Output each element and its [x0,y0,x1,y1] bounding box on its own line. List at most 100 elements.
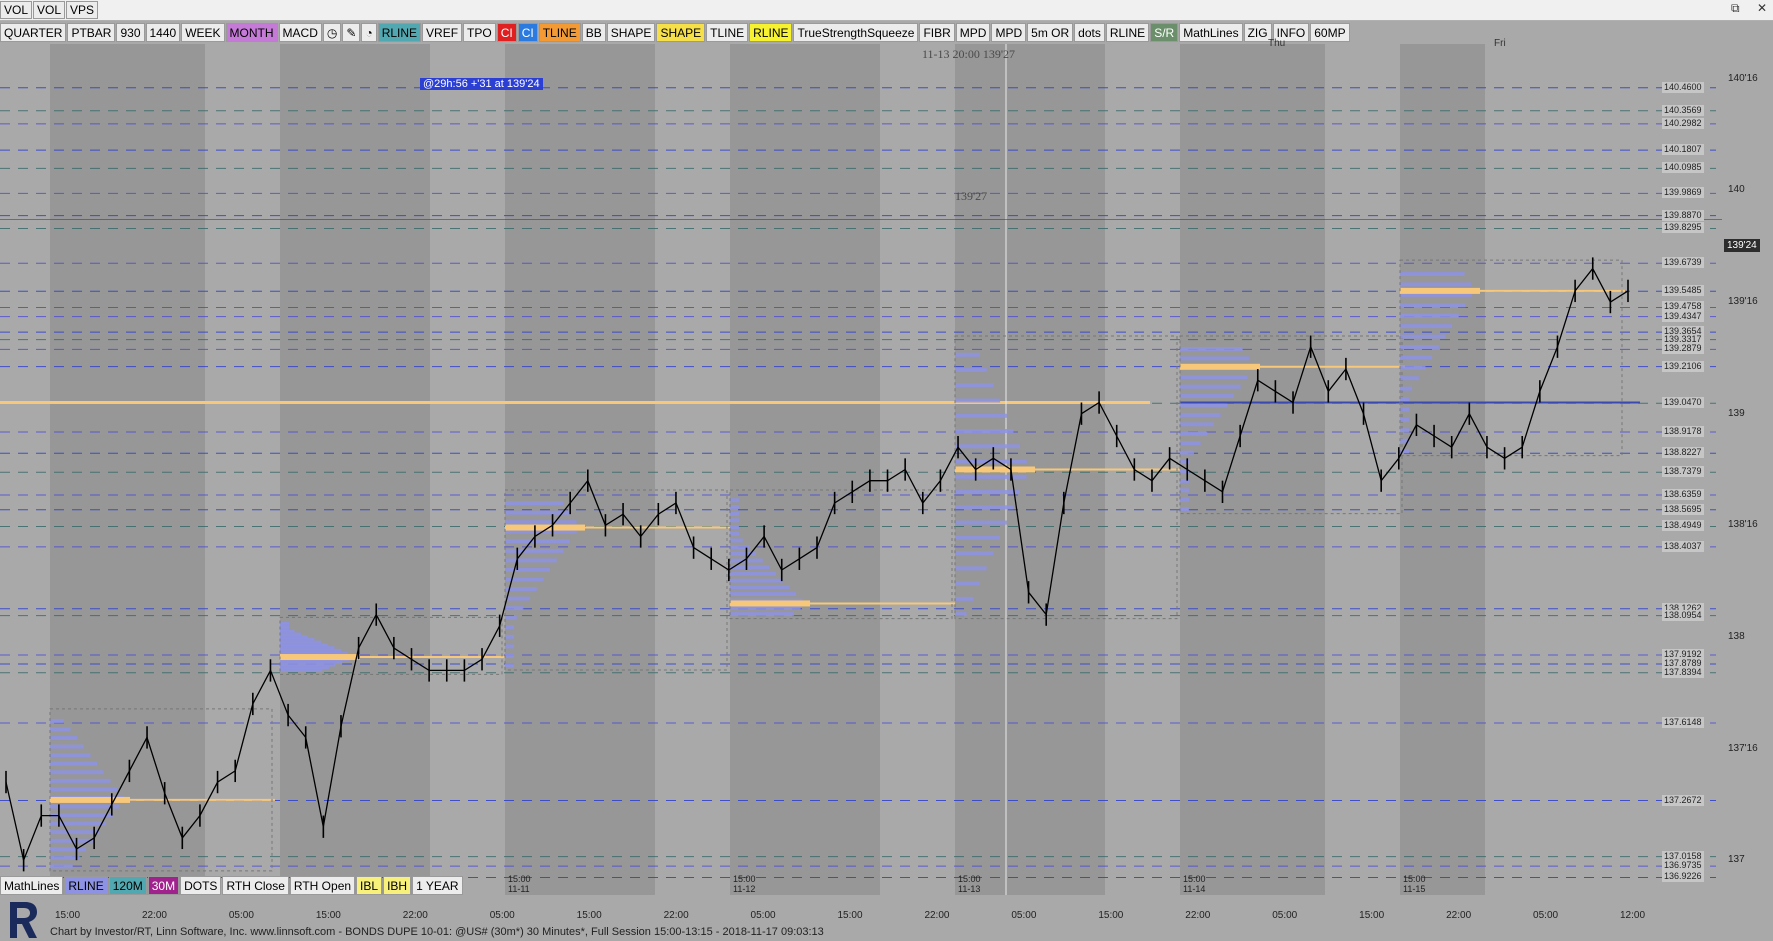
stopwatch-icon[interactable]: ◔ [361,23,377,42]
investor-rt-logo [6,900,42,940]
price-chart[interactable]: 11-13 20:00 139'27 139'27 @29h:56 +'31 at … [0,38,1722,921]
volume-profile-bar-2-0 [505,663,514,668]
volume-profile-bar-6-9 [1400,355,1433,360]
volume-profile-bar-6-16 [1400,282,1472,287]
bottom-toolbar-button-rline[interactable]: RLINE [64,876,108,895]
session-shade-2 [505,44,655,895]
volume-profile-bar-2-15 [505,520,577,525]
price-axis[interactable]: 140'16 140 139'16 139 138'16 138 137'16 137 139'… [1722,44,1773,895]
volume-profile-bar-4-4 [955,551,994,556]
toolbar-button-mpd-24[interactable]: MPD [991,23,1027,42]
toolbar-button-tpo-12[interactable]: TPO [463,23,496,42]
window-controls: ⧉ ✕ [1717,1,1767,16]
toolbar-button-bb-16[interactable]: BB [581,23,606,42]
price-level-label-18: 138.8227 [1662,447,1704,459]
price-level-label-15: 139.2106 [1662,360,1704,372]
bottom-toolbar-button-dots[interactable]: DOTS [180,876,222,895]
toolbar-button-s-r-28[interactable]: S/R [1150,23,1179,42]
toolbar-button-mpd-23[interactable]: MPD [955,23,991,42]
toolbar-button-mathlines-29[interactable]: MathLines [1179,23,1243,42]
volume-profile-bar-5-12 [1180,394,1234,399]
volume-profile-bar-4-2 [955,581,980,586]
toolbar-button-month-5[interactable]: MONTH [225,23,278,42]
bottom-toolbar-button-ibh[interactable]: IBH [383,876,412,895]
poc-bar-4 [955,466,1035,473]
volume-profile-bar-5-17 [1180,346,1243,351]
toolbar-button-macd-6[interactable]: MACD [278,23,322,42]
toolbar-button-week-4[interactable]: WEEK [181,23,225,42]
topbar-button-vol-0[interactable]: VOL [0,1,33,19]
volume-profile-bar-0-10 [50,778,111,783]
x-axis-label-13: 22:00 [1185,910,1211,921]
bottom-toolbar-button-mathlines[interactable]: MathLines [0,876,64,895]
toolbar-button-1440-3[interactable]: 1440 [145,23,181,42]
toolbar-button-tline-15[interactable]: TLINE [538,23,581,42]
toolbar-button-rline-20[interactable]: RLINE [749,23,793,42]
price-level-label-33: 136.9226 [1662,871,1704,883]
axis-tick-label-5: 138 [1728,630,1745,642]
volume-profile-bar-6-2 [1400,428,1409,433]
toolbar-button-shape-17[interactable]: SHAPE [606,23,656,42]
info-box: @29h:56 +'31 at 139'24 [420,78,543,90]
x-axis-label-17: 05:00 [1533,910,1559,921]
pen-icon[interactable]: ✎ [342,23,361,42]
toolbar-button-shape-18[interactable]: SHAPE [656,23,706,42]
bottom-toolbar-button-rth-close[interactable]: RTH Close [222,876,289,895]
clock-icon[interactable]: ◷ [322,23,342,42]
bottom-toolbar-button-1-year[interactable]: 1 YEAR [412,876,463,895]
price-level-label-7: 139.8295 [1662,222,1704,234]
volume-profile-bar-3-11 [730,538,743,543]
topbar-button-vol-1[interactable]: VOL [33,1,66,19]
volume-profile-bar-6-5 [1400,397,1409,402]
crosshair-time-label: 11-13 20:00 139'27 [922,47,1016,61]
price-level-label-3: 140.1807 [1662,144,1704,156]
bottom-toolbar-button-120m[interactable]: 120M [108,876,147,895]
volume-profile-bar-2-13 [505,539,571,544]
bottom-toolbar-button-rth-open[interactable]: RTH Open [289,876,356,895]
toolbar-button-dots-26[interactable]: dots [1074,23,1105,42]
close-window-icon[interactable]: ✕ [1757,1,1767,15]
volume-profile-bar-0-12 [50,761,98,766]
toolbar-button-fibr-22[interactable]: FIBR [919,23,955,42]
toolbar-button-rline-27[interactable]: RLINE [1105,23,1150,42]
volume-profile-bar-5-11 [1180,403,1228,408]
poc-bar-5 [1180,363,1260,370]
toolbar-button-ci-14[interactable]: CI [517,23,538,42]
toolbar-button-quarter-0[interactable]: QUARTER [0,23,67,42]
volume-profile-bar-2-4 [505,625,514,630]
toolbar-button-5m-or-25[interactable]: 5m OR [1027,23,1074,42]
volume-profile-bar-6-14 [1400,303,1466,308]
volume-profile-bar-6-8 [1400,365,1426,370]
volume-profile-bar-4-14 [955,398,1001,403]
volume-profile-bar-3-4 [730,585,790,590]
toolbar-button-vref-11[interactable]: VREF [422,23,463,42]
price-level-label-9: 139.5485 [1662,285,1704,297]
restore-window-icon[interactable]: ⧉ [1731,1,1740,15]
session-start-time-3: 15:00 [1183,874,1206,884]
toolbar-button-rline-10[interactable]: RLINE [377,23,422,42]
session-start-date-4: 11-15 [1403,884,1426,894]
topbar-button-vps-2[interactable]: VPS [66,1,99,19]
x-axis-label-18: 12:00 [1620,910,1646,921]
price-level-label-2: 140.2982 [1662,117,1704,129]
volume-profile-bar-3-17 [730,498,739,503]
toolbar-button-ptbar-1[interactable]: PTBAR [67,23,116,42]
x-axis-label-5: 05:00 [489,910,515,921]
bottom-toolbar-button-ibl[interactable]: IBL [356,876,383,895]
bottom-toolbar-button-30m[interactable]: 30M [147,876,180,895]
toolbar-button-60mp-32[interactable]: 60MP [1310,23,1350,42]
axis-tick-label-0: 140'16 [1728,72,1758,84]
volume-profile-bar-5-0 [1180,507,1189,512]
x-axis-label-3: 15:00 [315,910,341,921]
toolbar-button-930-2[interactable]: 930 [116,23,145,42]
volume-profile-bar-4-8 [955,490,1020,495]
volume-profile-bar-0-11 [50,770,104,775]
volume-profile-bar-2-2 [505,644,514,649]
volume-profile-bar-4-15 [955,383,994,388]
toolbar-button-truestrengthsqueeze-21[interactable]: TrueStrengthSqueeze [793,23,919,42]
toolbar-button-ci-13[interactable]: CI [496,23,517,42]
volume-profile-bar-3-13 [730,525,739,530]
price-level-label-30: 137.2672 [1662,794,1704,806]
toolbar-button-tline-19[interactable]: TLINE [706,23,749,42]
volume-profile-bar-0-15 [50,736,78,741]
